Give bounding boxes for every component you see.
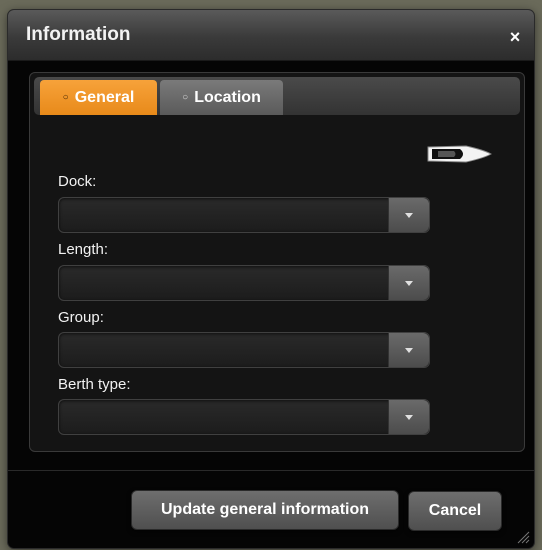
length-label: Length: (58, 241, 109, 258)
group-label: Group: (58, 309, 104, 326)
chevron-down-icon[interactable] (388, 198, 429, 232)
tab-general[interactable]: ○ General (40, 80, 157, 115)
dock-select[interactable] (58, 197, 430, 233)
footer-divider (8, 470, 534, 471)
update-general-information-button[interactable]: Update general information (131, 490, 399, 530)
radio-dot-icon: ○ (62, 92, 69, 103)
close-icon[interactable]: × (506, 28, 524, 46)
chevron-down-icon[interactable] (388, 333, 429, 367)
tab-bar: ○ General ○ Location (34, 77, 520, 115)
length-select[interactable] (58, 265, 430, 301)
dialog-title: Information (26, 24, 131, 45)
tab-location-label: Location (194, 89, 261, 106)
chevron-down-icon[interactable] (388, 400, 429, 434)
tab-general-label: General (74, 89, 135, 106)
cancel-button[interactable]: Cancel (408, 491, 502, 531)
dock-label: Dock: (58, 173, 97, 190)
group-select[interactable] (58, 332, 430, 368)
chevron-down-icon[interactable] (388, 266, 429, 300)
boat-icon (427, 145, 492, 163)
information-dialog: Information × ○ General ○ Location Dock: L… (8, 10, 534, 548)
tab-location[interactable]: ○ Location (160, 80, 283, 115)
berth-type-select[interactable] (58, 399, 430, 435)
radio-dot-icon: ○ (182, 92, 189, 103)
dialog-titlebar[interactable]: Information × (8, 10, 534, 61)
resize-grip-icon[interactable] (516, 530, 530, 544)
berth-type-label: Berth type: (58, 376, 131, 393)
tab-panel: ○ General ○ Location Dock: Length: Group: … (29, 72, 525, 452)
